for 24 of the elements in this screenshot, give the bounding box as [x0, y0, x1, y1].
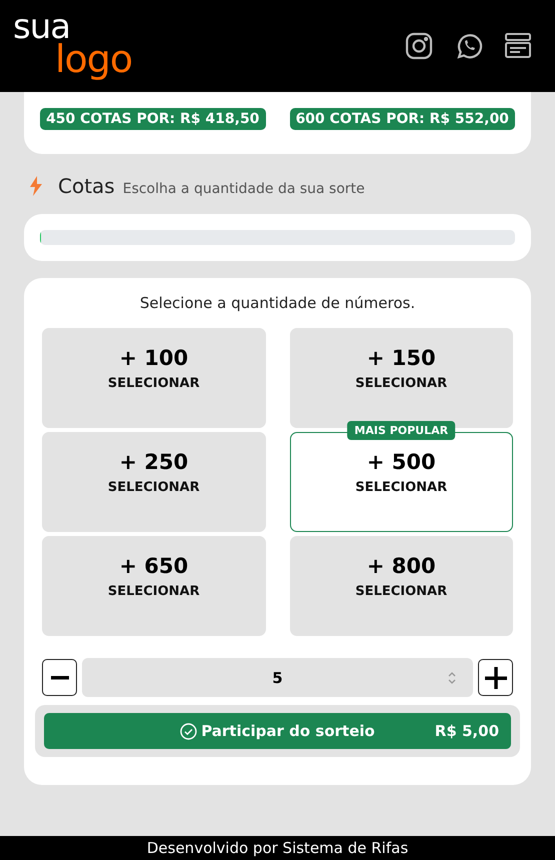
quantity-field[interactable]: 5 [82, 658, 473, 697]
section-title: Cotas [58, 174, 115, 198]
quantity-option[interactable]: + 250 SELECIONAR [42, 432, 266, 532]
minus-button[interactable] [42, 659, 77, 696]
quantity-option[interactable]: + 100 SELECIONAR [42, 328, 266, 428]
plus-icon [484, 666, 506, 688]
plus-button[interactable] [478, 659, 513, 696]
section-subtitle: Escolha a quantidade da sua sorte [122, 181, 365, 197]
lightning-icon [30, 176, 42, 196]
quantity-option[interactable]: + 800 SELECIONAR [290, 536, 513, 636]
promo-tag: 450 COTAS POR: R$ 418,50 [40, 108, 266, 130]
menu-icon[interactable] [505, 33, 531, 59]
button-label: Participar do sorteio [201, 722, 375, 740]
promo-tag: 600 COTAS POR: R$ 552,00 [290, 108, 515, 130]
check-circle-icon [180, 722, 198, 740]
selector-heading: Selecione a quantidade de números. [138, 294, 416, 312]
popular-badge: MAIS POPULAR [347, 421, 456, 440]
footer-credit: Desenvolvido por Sistema de Rifas [0, 836, 555, 860]
whatsapp-icon[interactable] [455, 32, 483, 60]
instagram-icon[interactable] [405, 32, 433, 60]
quantity-option[interactable]: + 650 SELECIONAR [42, 536, 266, 636]
price-label: R$ 5,00 [434, 722, 499, 740]
minus-icon [50, 676, 68, 680]
participate-button[interactable]: Participar do sorteio R$ 5,00 [44, 713, 511, 749]
